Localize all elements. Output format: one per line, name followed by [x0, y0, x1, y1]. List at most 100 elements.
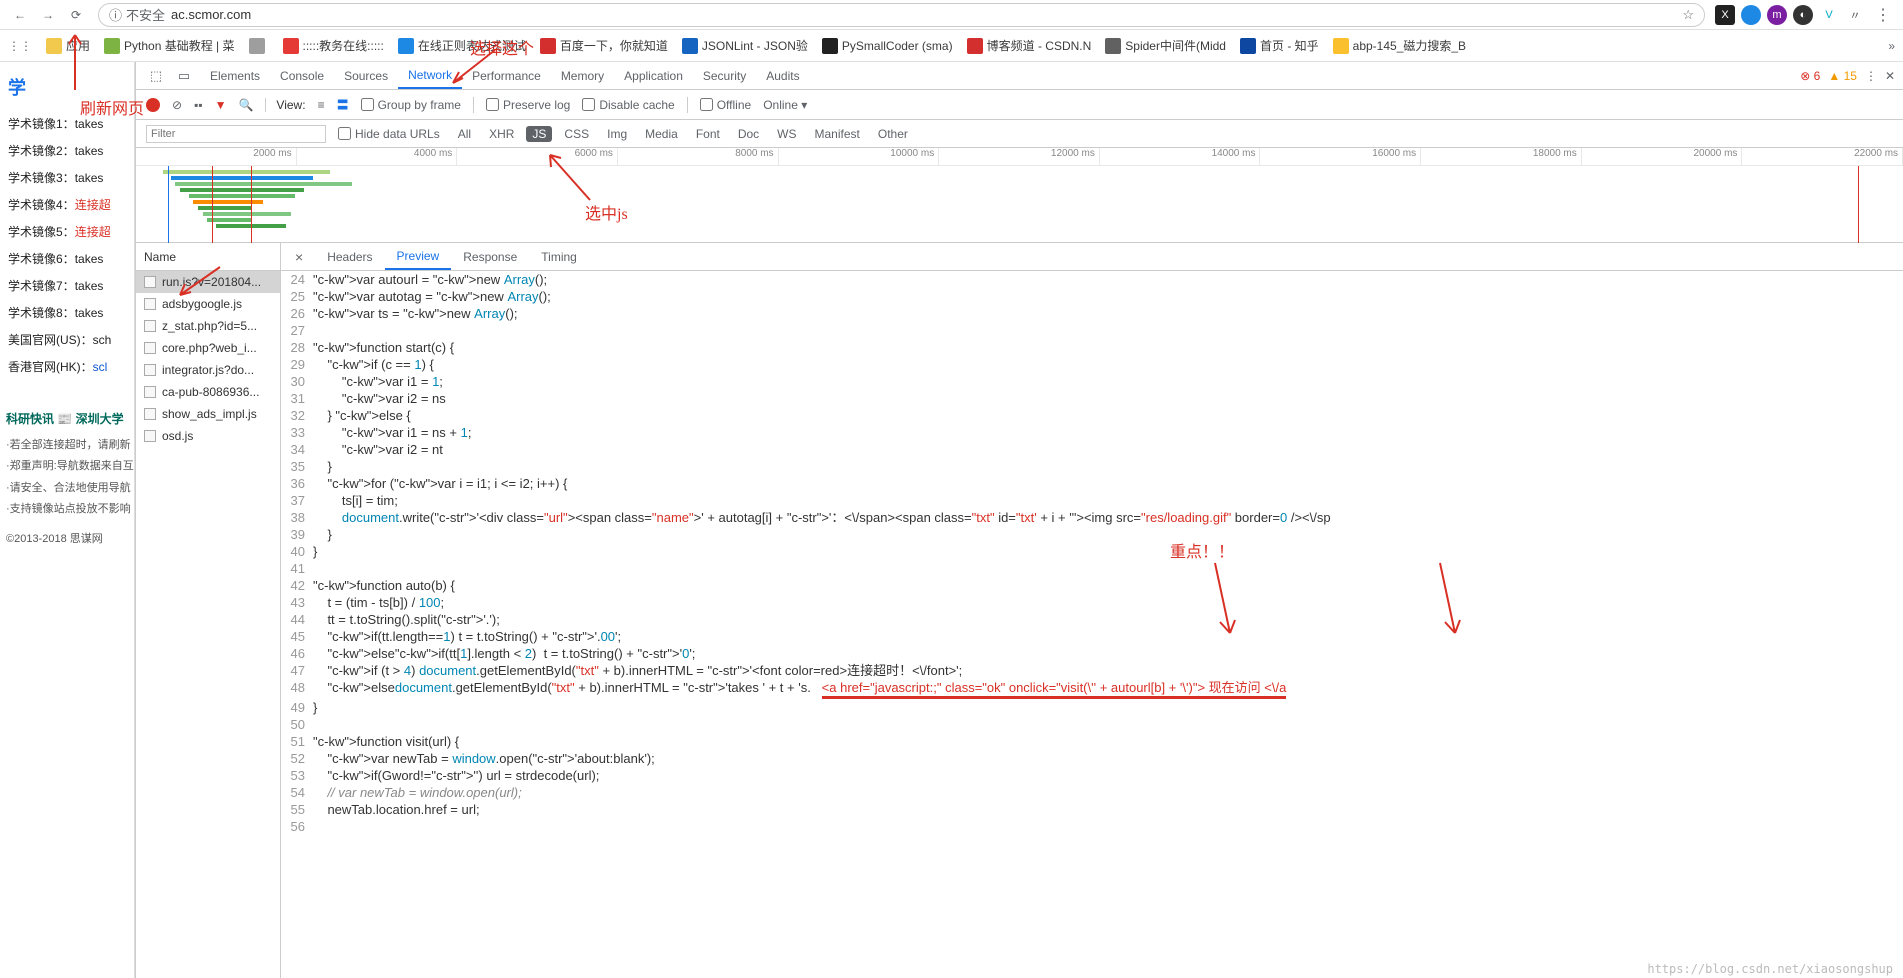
device-toggle-icon[interactable]: ▭	[172, 64, 196, 88]
code-line: 26"c-kw">var ts = "c-kw">new Array();	[281, 305, 1903, 322]
devtools-tab-security[interactable]: Security	[693, 62, 756, 89]
inspect-icon[interactable]: ⬚	[144, 64, 168, 88]
code-line: 54 // var newTab = window.open(url);	[281, 784, 1903, 801]
mirror-item[interactable]: 学术镜像6：takes	[6, 245, 128, 272]
ext-icon[interactable]: ◐	[1793, 5, 1813, 25]
request-name-column: Name run.js?v=201804...adsbygoogle.jsz_s…	[136, 243, 281, 978]
camera-icon[interactable]: ▪▪	[194, 98, 203, 112]
filter-type-xhr[interactable]: XHR	[483, 126, 520, 142]
bookmark-item[interactable]: 在线正则表达式测试	[398, 37, 526, 54]
request-item[interactable]: integrator.js?do...	[136, 359, 280, 381]
filter-type-all[interactable]: All	[452, 126, 477, 142]
filter-icon[interactable]: ▼	[215, 98, 227, 112]
mirror-item[interactable]: 学术镜像7：takes	[6, 272, 128, 299]
online-select[interactable]: Online ▾	[763, 98, 807, 112]
more-icon[interactable]: ⋮	[1865, 69, 1877, 83]
large-rows-icon[interactable]: ≡	[318, 98, 325, 112]
devtools-tab-console[interactable]: Console	[270, 62, 334, 89]
request-item[interactable]: z_stat.php?id=5...	[136, 315, 280, 337]
code-line: 47 "c-kw">if (t > 4) document.getElement…	[281, 662, 1903, 679]
request-item[interactable]: run.js?v=201804...	[136, 271, 280, 293]
network-timeline[interactable]: 2000 ms4000 ms6000 ms8000 ms10000 ms1200…	[136, 148, 1903, 243]
address-bar[interactable]: ⓘ 不安全 ac.scmor.com ☆	[98, 3, 1705, 27]
filter-type-img[interactable]: Img	[601, 126, 633, 142]
ext-icon[interactable]	[1741, 5, 1761, 25]
bookmark-item[interactable]: PySmallCoder (sma)	[822, 38, 953, 54]
timeline-tick: 10000 ms	[779, 148, 940, 165]
ext-icon[interactable]: m	[1767, 5, 1787, 25]
close-icon[interactable]: ✕	[1885, 69, 1895, 83]
error-count[interactable]: ⊗ 6	[1800, 69, 1820, 83]
detail-tab-preview[interactable]: Preview	[385, 243, 452, 270]
forward-button[interactable]: →	[36, 3, 60, 27]
filter-type-css[interactable]: CSS	[558, 126, 595, 142]
detail-tab-response[interactable]: Response	[451, 243, 529, 270]
waterfall-icon[interactable]: 〓	[337, 96, 349, 113]
mirror-item[interactable]: 美国官网(US)：sch	[6, 326, 128, 353]
timeline-tick: 8000 ms	[618, 148, 779, 165]
bookmark-item[interactable]: abp-145_磁力搜索_B	[1333, 37, 1466, 54]
bookmark-item[interactable]: 百度一下，你就知道	[540, 37, 668, 54]
filter-type-js[interactable]: JS	[526, 126, 552, 142]
detail-tab-timing[interactable]: Timing	[529, 243, 589, 270]
preserve-log-checkbox[interactable]: Preserve log	[486, 98, 570, 112]
bookmark-item[interactable]	[249, 38, 269, 54]
bookmark-item[interactable]: :::::教务在线:::::	[283, 37, 384, 54]
file-icon	[144, 408, 156, 420]
filter-input[interactable]	[146, 125, 326, 143]
bookmark-item[interactable]: Python 基础教程 | 菜	[104, 37, 234, 54]
mirror-item[interactable]: 学术镜像2：takes	[6, 137, 128, 164]
filter-type-manifest[interactable]: Manifest	[809, 126, 866, 142]
ext-icon[interactable]: V	[1819, 5, 1839, 25]
bookmark-item[interactable]: JSONLint - JSON验	[682, 37, 808, 54]
filter-type-other[interactable]: Other	[872, 126, 914, 142]
ext-icon[interactable]: 〃	[1845, 5, 1865, 25]
warning-count[interactable]: ▲ 15	[1828, 69, 1857, 83]
hide-data-urls-checkbox[interactable]: Hide data URLs	[338, 127, 440, 141]
mirror-item[interactable]: 学术镜像3：takes	[6, 164, 128, 191]
devtools-tab-memory[interactable]: Memory	[551, 62, 614, 89]
menu-icon[interactable]: ⋮	[1871, 3, 1895, 27]
filter-type-doc[interactable]: Doc	[732, 126, 765, 142]
star-icon[interactable]: ☆	[1682, 7, 1694, 23]
request-item[interactable]: adsbygoogle.js	[136, 293, 280, 315]
group-by-frame-checkbox[interactable]: Group by frame	[361, 98, 461, 112]
record-button[interactable]	[146, 98, 160, 112]
offline-checkbox[interactable]: Offline	[700, 98, 751, 112]
back-button[interactable]: ←	[8, 3, 32, 27]
request-item[interactable]: show_ads_impl.js	[136, 403, 280, 425]
code-line: 46 "c-kw">else "c-kw">if(tt[1].length < …	[281, 645, 1903, 662]
close-detail-icon[interactable]: ×	[287, 249, 311, 265]
devtools-tab-application[interactable]: Application	[614, 62, 693, 89]
name-header[interactable]: Name	[136, 243, 280, 271]
clear-icon[interactable]: ⊘	[172, 98, 182, 112]
request-item[interactable]: core.php?web_i...	[136, 337, 280, 359]
filter-type-font[interactable]: Font	[690, 126, 726, 142]
request-item[interactable]: osd.js	[136, 425, 280, 447]
code-preview[interactable]: 24"c-kw">var autourl = "c-kw">new Array(…	[281, 271, 1903, 978]
devtools-tab-performance[interactable]: Performance	[462, 62, 551, 89]
code-line: 43 t = (tim - ts[b]) / 100;	[281, 594, 1903, 611]
mirror-item[interactable]: 香港官网(HK)：scl	[6, 353, 128, 380]
ext-icon[interactable]: X	[1715, 5, 1735, 25]
search-icon[interactable]: 🔍	[238, 98, 253, 112]
reload-button[interactable]: ⟳	[64, 3, 88, 27]
devtools-tab-audits[interactable]: Audits	[756, 62, 809, 89]
mirror-item[interactable]: 学术镜像4：连接超	[6, 191, 128, 218]
mirror-item[interactable]: 学术镜像8：takes	[6, 299, 128, 326]
disable-cache-checkbox[interactable]: Disable cache	[582, 98, 674, 112]
bookmark-item[interactable]: 应用	[46, 37, 90, 54]
filter-type-ws[interactable]: WS	[771, 126, 802, 142]
devtools-tab-elements[interactable]: Elements	[200, 62, 270, 89]
detail-tab-headers[interactable]: Headers	[315, 243, 384, 270]
request-item[interactable]: ca-pub-8086936...	[136, 381, 280, 403]
mirror-item[interactable]: 学术镜像1：takes	[6, 110, 128, 137]
bookmark-item[interactable]: 首页 - 知乎	[1240, 37, 1319, 54]
bookmark-item[interactable]: 博客频道 - CSDN.N	[967, 37, 1092, 54]
devtools-tab-sources[interactable]: Sources	[334, 62, 398, 89]
footer-note: ·请安全、合法地使用导航	[6, 478, 128, 499]
filter-type-media[interactable]: Media	[639, 126, 684, 142]
bookmark-item[interactable]: Spider中间件(Midd	[1105, 37, 1226, 54]
mirror-item[interactable]: 学术镜像5：连接超	[6, 218, 128, 245]
devtools-tab-network[interactable]: Network	[398, 62, 462, 89]
